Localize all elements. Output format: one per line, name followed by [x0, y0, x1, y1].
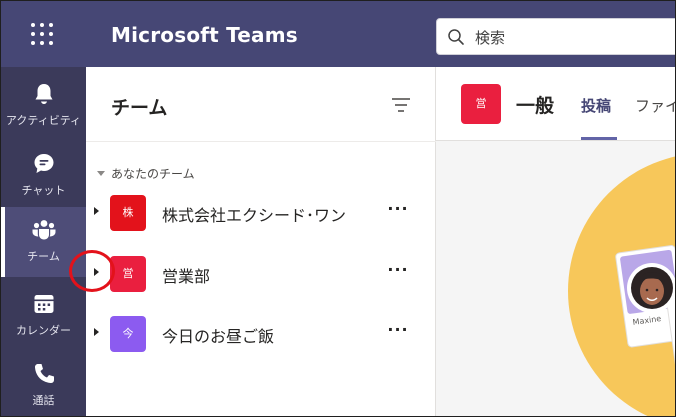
- rail-item-label: 通話: [32, 394, 55, 407]
- chevron-down-icon: [97, 171, 105, 176]
- active-tab-indicator: [581, 137, 617, 140]
- team-row[interactable]: 株 株式会社エクシード･ワン ···: [86, 189, 436, 237]
- rail-item-calendar[interactable]: カレンダー: [1, 281, 86, 351]
- teams-window: Microsoft Teams 検索 アクティビティ チャット チーム カレンダ…: [0, 0, 676, 417]
- team-name: 今日のお昼ご飯: [162, 327, 275, 346]
- chat-icon: [34, 154, 54, 173]
- expand-arrow-icon[interactable]: [94, 207, 99, 215]
- illustration-graphic: Maxine: [568, 156, 675, 416]
- channel-header: 営 一般 投稿 ファイル: [436, 67, 675, 141]
- app-rail: アクティビティ チャット チーム カレンダー 通話: [1, 67, 86, 416]
- team-avatar: 株: [110, 195, 146, 231]
- rail-item-label: チャット: [21, 184, 66, 197]
- section-label: あなたのチーム: [111, 167, 195, 181]
- search-input[interactable]: 検索: [436, 18, 675, 55]
- team-name: 株式会社エクシード･ワン: [162, 206, 347, 225]
- expand-arrow-icon[interactable]: [94, 328, 99, 336]
- bell-icon: [35, 84, 53, 104]
- channel-content: 営 一般 投稿 ファイル: [436, 67, 675, 416]
- tab-files[interactable]: ファイル: [635, 95, 675, 116]
- app-title: Microsoft Teams: [111, 23, 298, 47]
- more-options-button[interactable]: ···: [386, 199, 410, 223]
- app-launcher-icon[interactable]: [27, 19, 57, 49]
- rail-item-calls[interactable]: 通話: [1, 351, 86, 416]
- channel-team-avatar: 営: [461, 84, 501, 124]
- tab-posts[interactable]: 投稿: [581, 95, 611, 116]
- welcome-illustration: Maxine: [436, 141, 675, 416]
- channel-title: 一般: [516, 95, 555, 117]
- annotation-circle: [69, 250, 115, 292]
- search-placeholder: 検索: [475, 29, 506, 47]
- team-row[interactable]: 営 営業部 ···: [86, 250, 436, 298]
- rail-item-activity[interactable]: アクティビティ: [1, 71, 86, 141]
- top-bar: Microsoft Teams 検索: [1, 1, 675, 67]
- more-options-button[interactable]: ···: [386, 320, 410, 344]
- rail-item-chat[interactable]: チャット: [1, 141, 86, 211]
- calendar-icon: [34, 295, 54, 313]
- search-icon: [448, 29, 464, 45]
- more-options-button[interactable]: ···: [386, 260, 410, 284]
- rail-item-label: カレンダー: [16, 324, 71, 337]
- team-name: 営業部: [162, 267, 211, 286]
- teams-icon: [32, 220, 56, 240]
- teams-panel: チーム あなたのチーム 株 株式会社エクシード･ワン ··· 営 営業部 ···…: [86, 67, 436, 416]
- team-row[interactable]: 今 今日のお昼ご飯 ···: [86, 310, 436, 358]
- divider: [86, 141, 436, 142]
- section-your-teams[interactable]: あなたのチーム: [97, 165, 195, 182]
- phone-icon: [34, 364, 54, 384]
- filter-icon[interactable]: [390, 95, 412, 115]
- panel-title: チーム: [111, 97, 168, 119]
- team-avatar: 営: [110, 256, 146, 292]
- rail-item-label: アクティビティ: [5, 114, 82, 127]
- team-avatar: 今: [110, 316, 146, 352]
